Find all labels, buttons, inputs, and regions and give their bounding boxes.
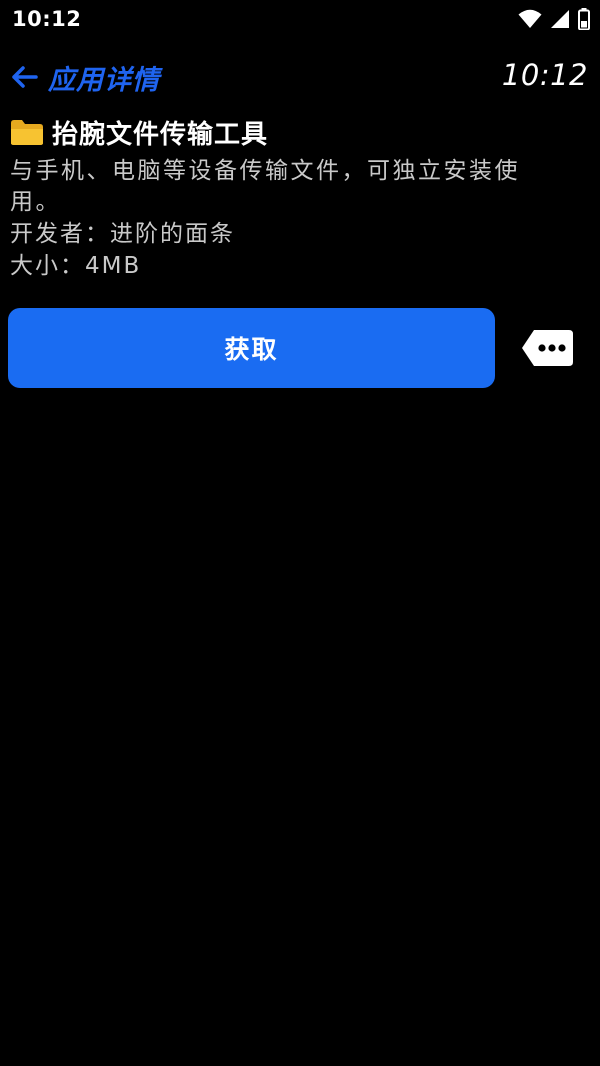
app-description: 与手机、电脑等设备传输文件，可独立安装使用。 [10,158,520,215]
folder-icon [11,120,43,145]
app-size: 大小：4MB [10,253,142,279]
get-button[interactable]: 获取 [8,308,495,388]
more-icon [522,330,573,366]
wifi-icon [518,9,542,28]
signal-icon [551,10,569,28]
status-icons [518,8,590,30]
battery-icon [578,8,590,30]
app-title-row: 抬腕文件传输工具 [10,112,268,152]
back-button[interactable]: 应用详情 [10,56,160,98]
app-developer: 开发者：进阶的面条 [10,221,235,247]
back-arrow-icon [12,66,38,88]
app-name: 抬腕文件传输工具 [52,119,269,150]
more-button[interactable] [520,328,574,368]
page-title: 应用详情 [48,64,160,96]
app-info: 与手机、电脑等设备传输文件，可独立安装使用。 开发者：进阶的面条 大小：4MB [10,156,570,282]
header: 应用详情 10:12 [0,52,600,102]
header-clock: 10:12 [501,58,588,92]
status-time: 10:12 [12,7,82,31]
status-bar: 10:12 [0,0,600,40]
